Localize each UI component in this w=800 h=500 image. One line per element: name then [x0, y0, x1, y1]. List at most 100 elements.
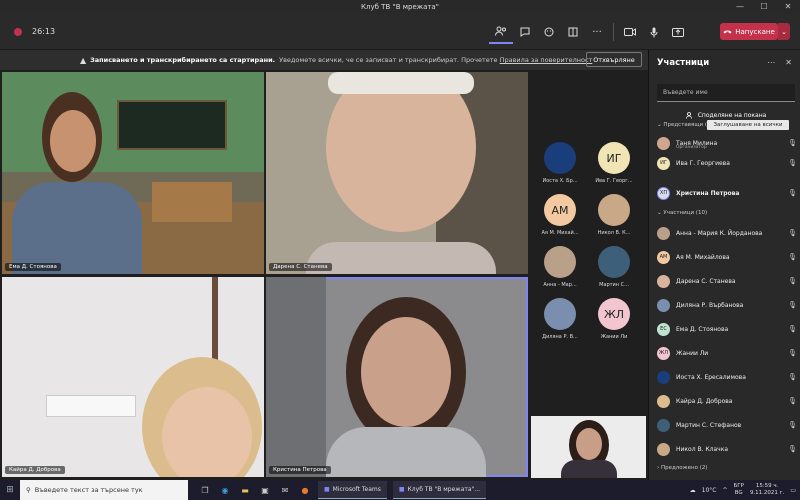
language-code-secondary: BG [734, 490, 743, 496]
participant-avatar[interactable] [598, 246, 630, 278]
participant-search-input[interactable]: Въведете име [657, 84, 795, 102]
participant-avatar: АМ [657, 250, 670, 264]
participant-avatar[interactable]: ИГ [598, 142, 630, 174]
weather-icon[interactable]: ☁ [690, 487, 696, 494]
participant-name: Никол В. Клачка [676, 445, 728, 453]
participant-name: Ема Д. Стоянова [676, 325, 729, 333]
clock-time: 15:59 ч. [755, 483, 779, 489]
participants-header[interactable]: ⌄ Участници (10) [657, 210, 707, 216]
system-tray: ☁ 10°C ^ БГР BG 15:59 ч. 9.11.2021 г. ▭ [690, 480, 796, 500]
lobby-header-label: Предложено (2) [660, 465, 708, 471]
video-tile[interactable]: Ема Д. Стоянова [2, 72, 264, 274]
os-taskbar: ⊞ ⚲ Въведете текст за търсене тук ❐ ◉ ▬ … [0, 480, 800, 500]
participant-avatar[interactable]: ЖЛ [598, 298, 630, 330]
task-view-icon[interactable]: ❐ [198, 483, 212, 497]
participant-name: Диляна Р. Върбанова [676, 301, 744, 309]
participant-role: Организатор [676, 145, 707, 150]
language-indicator[interactable]: БГР BG [733, 483, 743, 497]
participant-avatar[interactable] [544, 246, 576, 278]
more-options-icon[interactable]: ··· [585, 20, 609, 44]
rooms-icon[interactable] [561, 20, 585, 44]
participant-row[interactable]: Диляна Р. Върбанова 🎙 [657, 296, 797, 314]
participant-row[interactable]: ХП Христина Петрова 🎙 [657, 184, 797, 202]
teams-icon: ■ [324, 486, 330, 493]
participant-row[interactable]: ЕС Ема Д. Стоянова 🎙 [657, 320, 797, 338]
participant-row[interactable]: Кайра Д. Доброва 🎙 [657, 392, 797, 410]
video-tile[interactable]: Кайра Д. Доброва [2, 277, 264, 477]
participant-avatar[interactable] [598, 194, 630, 226]
recording-indicator-icon [14, 27, 22, 36]
participant-avatar[interactable] [544, 298, 576, 330]
presenters-header[interactable]: ⌄ Представящи (3) [657, 122, 713, 128]
microphone-icon[interactable] [642, 20, 666, 44]
participant-name: Анна - Мария К. Йорданова [676, 229, 763, 237]
chat-icon[interactable] [513, 20, 537, 44]
participant-avatar[interactable] [544, 142, 576, 174]
microphone-off-icon: 🎙 [788, 397, 797, 405]
video-tile-active-speaker[interactable]: Кристина Петрова [266, 277, 528, 477]
participants-panel: Участници ⋯ ✕ Въведете име Споделяне на … [648, 50, 800, 480]
taskbar-search-input[interactable]: ⚲ Въведете текст за търсене тук [20, 480, 188, 500]
share-screen-icon[interactable] [666, 20, 690, 44]
participant-row[interactable]: Никол В. Клачка 🎙 [657, 440, 797, 458]
privacy-link[interactable]: Правила за поверителност [500, 56, 593, 64]
participant-row[interactable]: Таня Милина Организатор 🎙 [657, 134, 797, 152]
pop-out-icon[interactable]: ⋯ [767, 58, 775, 67]
participants-icon[interactable] [489, 20, 513, 44]
microphone-icon: 🎙 [788, 139, 797, 147]
avatar-name: Мартин С... [599, 282, 629, 288]
leave-button[interactable]: Напускане [720, 23, 778, 40]
microphone-icon: 🎙 [788, 189, 797, 197]
person-add-icon [685, 111, 692, 119]
edge-browser-icon[interactable]: ◉ [218, 483, 232, 497]
tray-chevron-icon[interactable]: ^ [722, 487, 727, 494]
participant-name: Кайра Д. Доброва [676, 397, 733, 405]
participant-avatar [657, 136, 670, 150]
windows-start-icon[interactable]: ⊞ [0, 485, 20, 495]
dismiss-button[interactable]: Отхвърляне [586, 52, 642, 67]
participant-avatar [657, 442, 670, 456]
firefox-icon[interactable]: ● [298, 483, 312, 497]
participant-avatar [657, 370, 670, 384]
participants-header-label: Участници (10) [663, 210, 708, 216]
reactions-icon[interactable] [537, 20, 561, 44]
minimize-button[interactable]: — [728, 0, 752, 14]
participant-name: Жании Ли [676, 349, 709, 357]
close-window-button[interactable]: ✕ [776, 0, 800, 14]
store-icon[interactable]: ▣ [258, 483, 272, 497]
meeting-toolbar: 26:13 ··· Напускане ⌄ [0, 14, 800, 50]
microphone-off-icon: 🎙 [788, 445, 797, 453]
presenters-header-label: Представящи (3) [663, 122, 713, 128]
participant-avatar[interactable]: АМ [544, 194, 576, 226]
participant-row[interactable]: ИГ Ива Г. Георгиева 🎙 [657, 154, 797, 172]
microphone-off-icon: 🎙 [788, 373, 797, 381]
taskbar-window-meeting[interactable]: ■ Клуб ТВ "В мрежата"... [392, 481, 487, 499]
video-tile[interactable]: Дарена С. Станева [266, 72, 528, 274]
panel-icons: ⋯ ✕ [767, 58, 792, 67]
mail-icon[interactable]: ✉ [278, 483, 292, 497]
participant-row[interactable]: Анна - Мария К. Йорданова 🎙 [657, 224, 797, 242]
taskbar-window-label: Microsoft Teams [332, 486, 381, 493]
participant-row[interactable]: Мартин С. Стефанов 🎙 [657, 416, 797, 434]
taskbar-window-teams[interactable]: ■ Microsoft Teams [318, 481, 387, 499]
system-clock[interactable]: 15:59 ч. 9.11.2021 г. [750, 483, 784, 497]
participant-row[interactable]: Иоста Х. Ересалимова 🎙 [657, 368, 797, 386]
participant-row[interactable]: Дарена С. Станева 🎙 [657, 272, 797, 290]
share-invite-label: Споделяне на покана [697, 111, 767, 119]
participant-row[interactable]: АМ Ая М. Михайлова 🎙 [657, 248, 797, 266]
notifications-icon[interactable]: ▭ [790, 487, 796, 494]
recording-banner: ▲ Записването и транскрибирането са стар… [0, 50, 648, 70]
file-explorer-icon[interactable]: ▬ [238, 483, 252, 497]
self-view-tile[interactable] [531, 416, 646, 478]
search-icon: ⚲ [26, 486, 31, 494]
leave-options-chevron-icon[interactable]: ⌄ [778, 23, 790, 40]
participant-avatar [657, 274, 670, 288]
close-panel-icon[interactable]: ✕ [785, 58, 792, 67]
microphone-off-icon: 🎙 [788, 325, 797, 333]
participant-row[interactable]: ЖЛ Жании Ли 🎙 [657, 344, 797, 362]
camera-icon[interactable] [618, 20, 642, 44]
participant-avatar: ИГ [657, 156, 670, 170]
maximize-button[interactable]: ☐ [752, 0, 776, 14]
lobby-header[interactable]: › Предложено (2) [657, 465, 708, 471]
mute-all-button[interactable]: Заглушаване на всички [707, 120, 789, 130]
